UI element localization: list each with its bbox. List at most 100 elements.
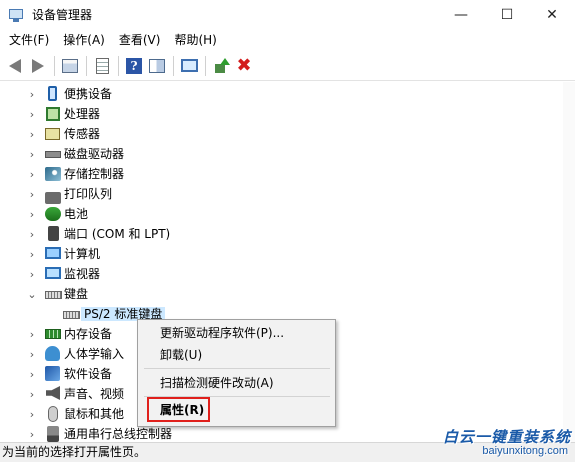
expand-chevron-icon[interactable]: › [27, 344, 37, 364]
battery-icon [45, 207, 61, 221]
tree-item-batteries[interactable]: › 电池 [0, 204, 575, 224]
expand-chevron-icon[interactable]: › [27, 184, 37, 204]
tree-item-processors[interactable]: › 处理器 [0, 104, 575, 124]
keyboard-icon [63, 311, 80, 319]
tree-item-label: 磁盘驱动器 [64, 147, 125, 161]
tree-item-ports[interactable]: › 端口 (COM 和 LPT) [0, 224, 575, 244]
menu-bar: 文件(F) 操作(A) 查看(V) 帮助(H) [0, 29, 575, 51]
update-driver-icon [213, 57, 230, 74]
ctx-separator [144, 368, 330, 369]
expand-chevron-icon[interactable]: › [27, 364, 37, 384]
audio-icon [46, 386, 60, 400]
ctx-uninstall[interactable]: 卸载(U) [160, 345, 202, 365]
usb-icon [47, 426, 59, 442]
expand-chevron-icon[interactable]: › [27, 204, 37, 224]
help-button[interactable]: ? [123, 55, 145, 77]
tree-item-sensors[interactable]: › 传感器 [0, 124, 575, 144]
tree-item-print-queues[interactable]: › 打印队列 [0, 184, 575, 204]
tree-item-label: 键盘 [64, 287, 89, 301]
mouse-icon [48, 406, 58, 422]
tree-item-disk-drives[interactable]: › 磁盘驱动器 [0, 144, 575, 164]
ctx-properties[interactable]: 属性(R) [160, 400, 204, 420]
menu-view[interactable]: 查看(V) [112, 29, 168, 51]
menu-action[interactable]: 操作(A) [56, 29, 112, 51]
tree-item-label: 端口 (COM 和 LPT) [64, 227, 171, 241]
scan-monitor-icon [180, 59, 198, 72]
context-menu: 更新驱动程序软件(P)... 卸载(U) 扫描检测硬件改动(A) 属性(R) [137, 319, 336, 427]
expand-chevron-icon[interactable]: › [27, 404, 37, 424]
tree-item-label: 计算机 [64, 247, 101, 261]
monitor-icon [45, 267, 61, 279]
computer-icon [45, 247, 61, 259]
menu-help[interactable]: 帮助(H) [167, 29, 223, 51]
printer-icon [45, 191, 61, 204]
tree-item-label: 鼠标和其他 [64, 407, 125, 421]
forward-button[interactable] [27, 55, 49, 77]
disk-drive-icon [45, 151, 61, 158]
expand-chevron-icon[interactable]: › [27, 424, 37, 442]
action-pane-button[interactable] [146, 55, 168, 77]
help-icon: ? [126, 57, 142, 74]
vertical-scrollbar[interactable] [563, 82, 575, 442]
expand-chevron-icon[interactable]: › [27, 104, 37, 124]
expand-chevron-icon[interactable]: › [27, 244, 37, 264]
tree-item-label: 监视器 [64, 267, 101, 281]
status-text: 为当前的选择打开属性页。 [2, 445, 147, 459]
tree-item-keyboards[interactable]: ⌄ 键盘 [0, 284, 575, 304]
tree-item-computer[interactable]: › 计算机 [0, 244, 575, 264]
expand-chevron-icon[interactable]: › [27, 124, 37, 144]
show-hide-console-tree-button[interactable] [59, 55, 81, 77]
expand-chevron-icon[interactable]: › [27, 84, 37, 104]
title-bar: 设备管理器 — ☐ ✕ [0, 0, 575, 29]
back-arrow-icon [9, 58, 21, 73]
tree-item-label: 便携设备 [64, 87, 113, 101]
toolbar-separator [118, 55, 119, 76]
minimize-button[interactable]: — [438, 0, 484, 29]
action-pane-icon [149, 58, 165, 73]
tree-item-storage-controllers[interactable]: › 存储控制器 [0, 164, 575, 184]
expand-chevron-icon[interactable]: › [27, 224, 37, 244]
expand-chevron-icon[interactable]: › [27, 144, 37, 164]
software-device-icon [45, 366, 60, 381]
memory-icon [45, 329, 61, 339]
port-icon [48, 226, 59, 241]
back-button[interactable] [4, 55, 26, 77]
forward-arrow-icon [32, 58, 44, 73]
ctx-update-driver[interactable]: 更新驱动程序软件(P)... [160, 323, 284, 343]
human-interface-icon [45, 346, 60, 361]
expand-chevron-icon[interactable]: › [27, 384, 37, 404]
close-button[interactable]: ✕ [529, 0, 575, 29]
tree-item-label: 打印队列 [64, 187, 113, 201]
tree-item-label: 软件设备 [64, 367, 113, 381]
device-manager-icon [8, 7, 24, 23]
maximize-button[interactable]: ☐ [484, 0, 530, 29]
window-title: 设备管理器 [32, 8, 93, 22]
uninstall-button[interactable]: ✖ [233, 55, 255, 77]
update-driver-button[interactable] [210, 55, 232, 77]
tree-item-monitors[interactable]: › 监视器 [0, 264, 575, 284]
watermark-en: baiyunxitong.com [482, 445, 568, 457]
toolbar-separator [205, 55, 206, 76]
expand-chevron-icon[interactable]: › [27, 324, 37, 344]
tree-item-label: 处理器 [64, 107, 101, 121]
tree-item-portable-devices[interactable]: › 便携设备 [0, 84, 575, 104]
tree-item-label: 存储控制器 [64, 167, 125, 181]
toolbar-separator [86, 55, 87, 76]
sensor-icon [45, 128, 60, 140]
expand-chevron-icon[interactable]: › [27, 264, 37, 284]
toolbar-separator [54, 55, 55, 76]
toolbar: ? ✖ [0, 51, 575, 81]
tree-item-label: 传感器 [64, 127, 101, 141]
portable-device-icon [48, 86, 57, 101]
collapse-chevron-icon[interactable]: ⌄ [27, 284, 37, 304]
scan-hardware-button[interactable] [178, 55, 200, 77]
ctx-scan-hardware[interactable]: 扫描检测硬件改动(A) [160, 373, 274, 393]
keyboard-icon [45, 291, 62, 299]
watermark-cn: 白云一键重装系统 [442, 428, 571, 446]
watermark: 白云一键重装系统 baiyunxitong.com [412, 426, 574, 461]
tree-item-label: 人体学输入 [64, 347, 125, 361]
properties-button[interactable] [91, 55, 113, 77]
tree-item-label: 内存设备 [64, 327, 113, 341]
expand-chevron-icon[interactable]: › [27, 164, 37, 184]
menu-file[interactable]: 文件(F) [2, 29, 56, 51]
